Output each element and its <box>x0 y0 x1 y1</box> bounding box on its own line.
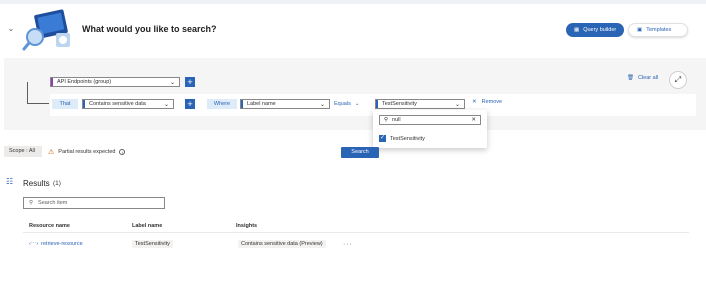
column-header-resource: Resource name <box>29 223 70 229</box>
popup-option-label: TestSensitivity <box>390 135 425 142</box>
chevron-down-icon[interactable]: ⌄ <box>6 24 16 34</box>
plus-icon: + <box>187 99 193 109</box>
column-header-label: Label name <box>132 223 163 229</box>
resource-link[interactable]: ‹⋯› retrieve-resource <box>29 241 83 247</box>
insight-tag: Contains sensitive data (Preview) <box>238 240 326 248</box>
more-icon[interactable]: ··· <box>343 241 353 248</box>
group-select[interactable]: API Endpoints (group) ⌄ <box>50 77 180 87</box>
operator-select[interactable]: Equals ⌄ <box>334 99 370 109</box>
templates-label: Templates <box>646 27 672 33</box>
search-button[interactable]: Search <box>341 147 379 158</box>
clear-all-label: Clear all <box>637 75 659 81</box>
resource-name: retrieve-resource <box>41 241 83 247</box>
popup-option[interactable]: ✓ TestSensitivity <box>379 135 425 142</box>
results-search-input[interactable]: ⚲ Search item <box>23 197 165 209</box>
expand-icon: ⤢ <box>674 75 682 84</box>
warning-icon: ⚠ <box>48 149 55 156</box>
expand-button[interactable]: ⤢ <box>669 71 687 89</box>
templates-button[interactable]: ▣ Templates <box>628 23 688 37</box>
value-select[interactable]: TestSensitivity ⌄ <box>375 99 465 109</box>
chevron-down-icon: ⌄ <box>169 79 175 86</box>
search-icon: ⚲ <box>384 117 389 123</box>
trash-icon: 🗑 <box>627 75 634 81</box>
where-label: Where <box>207 99 237 109</box>
insight-cell: Contains sensitive data (Preview) <box>238 240 326 248</box>
label-tag: TestSensitivity <box>132 240 173 248</box>
results-icon: ☷ <box>6 177 14 186</box>
query-builder-label: Query builder <box>583 27 617 33</box>
page-title: What would you like to search? <box>82 24 217 34</box>
chevron-down-icon: ⌄ <box>354 101 360 107</box>
scope-badge[interactable]: Scope : All <box>4 146 42 157</box>
results-title: Results <box>23 179 50 188</box>
close-icon[interactable]: ✕ <box>471 117 476 123</box>
templates-icon: ▣ <box>637 27 643 33</box>
check-icon[interactable]: ✓ <box>379 135 386 142</box>
query-builder-icon: ▦ <box>574 27 580 33</box>
remove-label: Remove <box>481 99 503 105</box>
results-count: (1) <box>53 180 61 187</box>
clear-all-button[interactable]: 🗑 Clear all <box>627 75 658 81</box>
results-search-placeholder: Search item <box>38 200 68 206</box>
info-icon[interactable]: i <box>119 149 126 155</box>
value-select-value: TestSensitivity <box>382 101 417 107</box>
plus-icon: + <box>187 77 193 87</box>
field-select[interactable]: Label name ⌄ <box>240 99 330 109</box>
search-icon: ⚲ <box>29 200 34 206</box>
table-divider <box>23 232 689 233</box>
api-icon: ‹⋯› <box>29 241 39 247</box>
group-select-value: API Endpoints (group) <box>57 79 112 85</box>
label-cell: TestSensitivity <box>132 240 173 248</box>
add-group-button[interactable]: + <box>185 77 195 87</box>
operator-label: Equals <box>334 101 351 107</box>
popup-search-value: null <box>392 117 401 123</box>
popup-search-input[interactable]: ⚲ null ✕ <box>379 115 481 125</box>
remove-condition-button[interactable]: ✕ Remove <box>472 99 502 105</box>
group-connector <box>27 82 49 104</box>
add-condition-button[interactable]: + <box>185 99 195 109</box>
partial-results-label: Partial results expected <box>58 149 116 155</box>
search-hero-icon <box>22 9 74 53</box>
chevron-down-icon: ⌄ <box>163 101 169 108</box>
column-header-insights: Insights <box>236 223 258 229</box>
condition-select[interactable]: Contains sensitive data ⌄ <box>82 99 174 109</box>
condition-select-value: Contains sensitive data <box>89 101 146 107</box>
chevron-down-icon: ⌄ <box>319 101 325 108</box>
field-select-value: Label name <box>247 101 276 107</box>
chevron-down-icon: ⌄ <box>454 101 460 108</box>
partial-results-notice: ⚠ Partial results expected i <box>48 148 126 156</box>
query-builder-button[interactable]: ▦ Query builder <box>566 23 624 37</box>
top-strip <box>0 0 706 4</box>
that-label: That <box>52 99 78 109</box>
close-icon: ✕ <box>472 99 477 105</box>
